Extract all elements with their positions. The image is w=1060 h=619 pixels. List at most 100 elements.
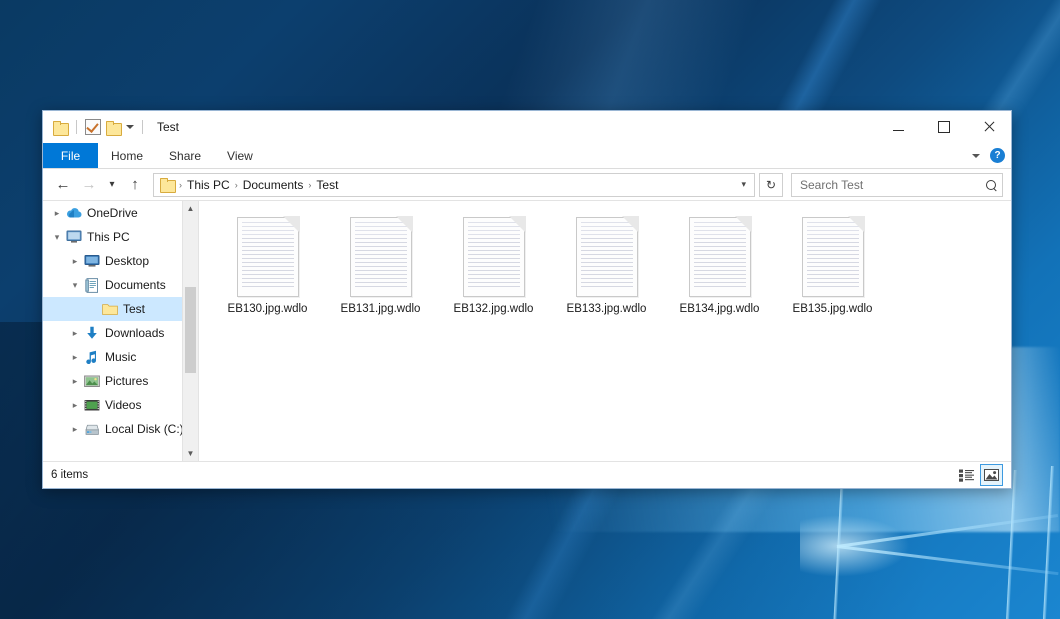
file-name-label: EB135.jpg.wdlo — [793, 303, 873, 315]
scrollbar-thumb[interactable] — [185, 287, 196, 373]
tab-file[interactable]: File — [43, 143, 98, 168]
sidebar-item-test[interactable]: Test — [43, 297, 198, 321]
file-icon-wrapper — [350, 215, 412, 299]
sidebar-item-desktop[interactable]: ▸Desktop — [43, 249, 198, 273]
videos-icon — [83, 397, 100, 413]
tab-share[interactable]: Share — [156, 143, 214, 168]
search-icon[interactable] — [984, 177, 998, 191]
toolbar-divider — [76, 120, 77, 134]
view-buttons — [956, 464, 1003, 486]
file-name-label: EB134.jpg.wdlo — [680, 303, 760, 315]
sidebar-item-local-disk-c[interactable]: ▸ Local Disk (C:) — [43, 417, 198, 441]
sidebar-item-pictures[interactable]: ▸ Pictures — [43, 369, 198, 393]
file-list-view[interactable]: EB130.jpg.wdlo EB131.jpg.wdlo EB132.jpg.wd… — [199, 201, 1011, 461]
item-count-label: 6 items — [51, 469, 88, 481]
tab-view[interactable]: View — [214, 143, 266, 168]
file-icon-wrapper — [689, 215, 751, 299]
file-item[interactable]: EB135.jpg.wdlo — [776, 215, 889, 315]
quick-access-toolbar: Test — [43, 119, 179, 135]
sidebar-item-music[interactable]: ▸ Music — [43, 345, 198, 369]
sidebar-item-label: Pictures — [105, 374, 148, 388]
up-button[interactable]: ↑ — [123, 173, 147, 197]
sidebar-item-label: Local Disk (C:) — [105, 422, 184, 436]
chevron-right-icon[interactable]: ▸ — [67, 328, 83, 339]
close-button[interactable] — [966, 111, 1011, 143]
sidebar-item-label: Test — [123, 302, 145, 316]
file-item[interactable]: EB133.jpg.wdlo — [550, 215, 663, 315]
ribbon-actions: ? — [972, 143, 1005, 168]
sidebar-item-videos[interactable]: ▸Videos — [43, 393, 198, 417]
desktop-icon — [83, 253, 100, 269]
properties-checkbox-icon[interactable] — [85, 119, 101, 135]
chevron-down-icon[interactable]: ▾ — [49, 232, 65, 243]
file-item[interactable]: EB131.jpg.wdlo — [324, 215, 437, 315]
details-view-button[interactable] — [956, 465, 977, 485]
chevron-right-icon[interactable]: ▸ — [49, 208, 65, 219]
chevron-right-icon[interactable]: ▸ — [67, 376, 83, 387]
generic-document-icon — [350, 217, 412, 297]
large-icons-view-icon — [984, 469, 999, 482]
file-item[interactable]: EB130.jpg.wdlo — [211, 215, 324, 315]
ribbon-tab-bar: File Home Share View ? — [43, 143, 1011, 169]
chevron-down-icon[interactable]: ▾ — [67, 280, 83, 291]
file-item[interactable]: EB132.jpg.wdlo — [437, 215, 550, 315]
sidebar-item-this-pc[interactable]: ▾ This PC — [43, 225, 198, 249]
folder-icon — [160, 178, 175, 191]
download-icon — [83, 325, 100, 341]
file-grid: EB130.jpg.wdlo EB131.jpg.wdlo EB132.jpg.wd… — [199, 201, 1011, 315]
large-icons-view-button[interactable] — [980, 464, 1003, 486]
breadcrumb[interactable]: › This PC › Documents › Test ▾ — [153, 173, 755, 197]
breadcrumb-item-test[interactable]: Test — [311, 178, 343, 192]
sidebar-item-label: This PC — [87, 230, 130, 244]
forward-button: → — [77, 173, 101, 197]
scroll-down-icon[interactable]: ▼ — [183, 446, 198, 461]
sidebar-item-documents[interactable]: ▾ Documents — [43, 273, 198, 297]
sidebar-item-label: Music — [105, 350, 136, 364]
documents-icon — [83, 277, 100, 293]
navigation-scrollbar[interactable]: ▲ ▼ — [182, 201, 198, 461]
folder-icon[interactable] — [53, 121, 68, 134]
generic-document-icon — [237, 217, 299, 297]
file-explorer-window: Test File Home Share View ? ← → ▾ ↑ — [42, 110, 1012, 489]
chevron-right-icon[interactable]: ▸ — [67, 400, 83, 411]
file-name-label: EB133.jpg.wdlo — [567, 303, 647, 315]
breadcrumb-item-this-pc[interactable]: This PC — [182, 178, 235, 192]
minimize-button[interactable] — [876, 111, 921, 143]
help-icon[interactable]: ? — [990, 148, 1005, 163]
file-name-label: EB132.jpg.wdlo — [454, 303, 534, 315]
generic-document-icon — [802, 217, 864, 297]
chevron-right-icon[interactable]: ▸ — [67, 424, 83, 435]
chevron-down-icon[interactable] — [972, 154, 980, 158]
scroll-up-icon[interactable]: ▲ — [183, 201, 198, 216]
navigation-tree: ▸ OneDrive ▾ This PC ▸Desktop ▾ Documents Test ▸… — [43, 201, 198, 441]
file-item[interactable]: EB134.jpg.wdlo — [663, 215, 776, 315]
recent-locations-button[interactable]: ▾ — [103, 173, 121, 197]
window-body: ▸ OneDrive ▾ This PC ▸Desktop ▾ Documents Test ▸… — [43, 200, 1011, 461]
maximize-button[interactable] — [921, 111, 966, 143]
refresh-button[interactable]: ↻ — [759, 173, 783, 197]
generic-document-icon — [463, 217, 525, 297]
sidebar-item-label: Documents — [105, 278, 166, 292]
chevron-right-icon[interactable]: ▸ — [67, 352, 83, 363]
search-box[interactable] — [791, 173, 1003, 197]
sidebar-item-onedrive[interactable]: ▸ OneDrive — [43, 201, 198, 225]
search-input[interactable] — [798, 177, 983, 193]
window-controls — [876, 111, 1011, 143]
tab-home[interactable]: Home — [98, 143, 156, 168]
maximize-icon — [938, 121, 950, 133]
file-icon-wrapper — [463, 215, 525, 299]
navigation-pane: ▸ OneDrive ▾ This PC ▸Desktop ▾ Documents Test ▸… — [43, 201, 199, 461]
details-view-icon — [959, 469, 974, 482]
breadcrumb-item-documents[interactable]: Documents — [238, 178, 309, 192]
sidebar-item-downloads[interactable]: ▸Downloads — [43, 321, 198, 345]
refresh-icon: ↻ — [766, 178, 776, 192]
title-bar: Test — [43, 111, 1011, 143]
back-button[interactable]: ← — [51, 173, 75, 197]
chevron-down-icon[interactable] — [126, 125, 134, 129]
chevron-right-icon[interactable]: ▸ — [67, 256, 83, 267]
file-icon-wrapper — [576, 215, 638, 299]
new-folder-icon[interactable] — [106, 121, 121, 134]
chevron-down-icon[interactable]: ▾ — [737, 179, 750, 190]
file-name-label: EB131.jpg.wdlo — [341, 303, 421, 315]
sidebar-item-label: OneDrive — [87, 206, 138, 220]
